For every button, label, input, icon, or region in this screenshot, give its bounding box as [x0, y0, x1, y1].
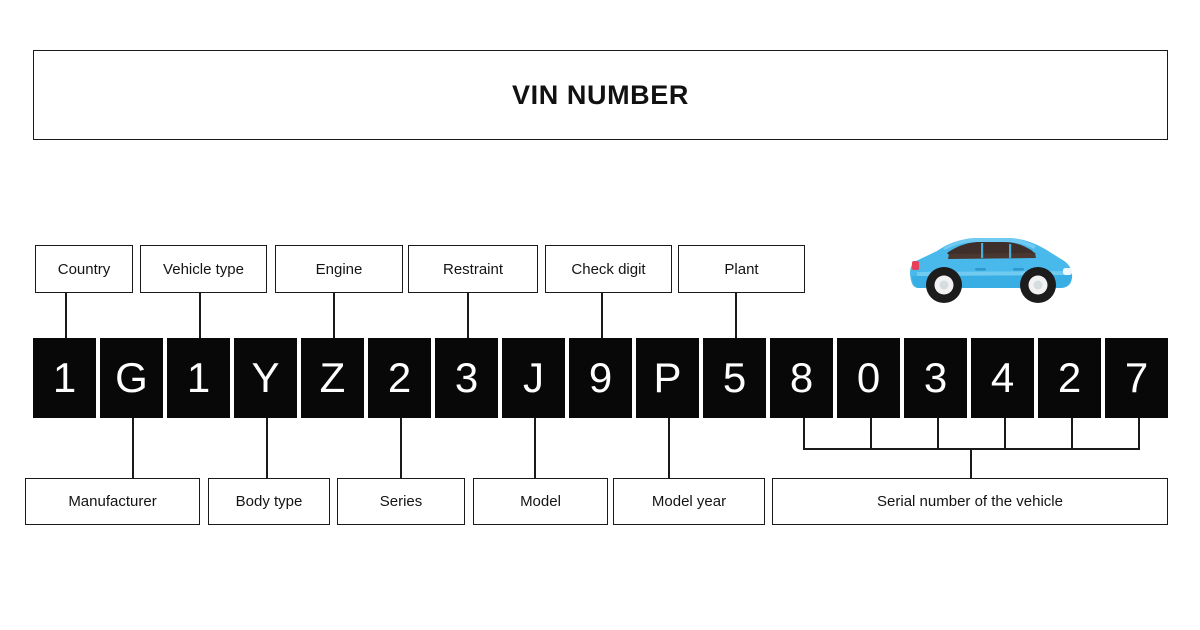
connector-series	[400, 418, 402, 478]
serial-drop-char-12	[803, 418, 805, 449]
top-label-engine: Engine	[275, 245, 403, 293]
page-title: VIN NUMBER	[511, 79, 689, 110]
bottom-label-serial-number-text: Serial number of the vehicle	[877, 493, 1063, 510]
top-label-country: Country	[35, 245, 133, 293]
vin-char-14[interactable]: 3	[904, 338, 967, 418]
vin-char-6[interactable]: 2	[368, 338, 431, 418]
bottom-label-body-type-text: Body type	[235, 493, 303, 510]
vin-char-13[interactable]: 0	[837, 338, 900, 418]
serial-drop-char-13	[870, 418, 872, 449]
vin-char-10[interactable]: P	[636, 338, 699, 418]
serial-drop-char-17	[1138, 418, 1140, 449]
vin-char-8[interactable]: J	[502, 338, 565, 418]
top-label-engine-text: Engine	[315, 260, 363, 278]
bottom-label-manufacturer: Manufacturer	[25, 478, 200, 525]
bottom-label-series-text: Series	[379, 493, 423, 510]
bottom-label-body-type: Body type	[208, 478, 330, 525]
bottom-label-model-year-text: Model year	[651, 493, 727, 510]
bottom-label-serial-number: Serial number of the vehicle	[772, 478, 1168, 525]
car-side-blue-icon	[903, 228, 1079, 310]
bottom-label-model: Model	[473, 478, 608, 525]
title-box: VIN NUMBER	[33, 50, 1168, 140]
serial-drop-char-16	[1071, 418, 1073, 449]
connector-model	[534, 418, 536, 478]
top-label-country-text: Country	[57, 260, 111, 278]
vin-number-diagram: VIN NUMBER Country Vehicle type Engine R…	[0, 0, 1200, 630]
bottom-label-manufacturer-text: Manufacturer	[68, 493, 157, 510]
vin-char-9[interactable]: 9	[569, 338, 632, 418]
bottom-label-series: Series	[337, 478, 465, 525]
connector-vehicle-type	[199, 293, 201, 338]
bottom-label-model-year: Model year	[613, 478, 765, 525]
top-label-check-digit-text: Check digit	[571, 260, 646, 278]
connector-restraint	[467, 293, 469, 338]
serial-bracket-stem	[970, 448, 972, 478]
connector-engine	[333, 293, 335, 338]
connector-plant	[735, 293, 737, 338]
vin-char-11[interactable]: 5	[703, 338, 766, 418]
connector-manufacturer	[132, 418, 134, 478]
vin-char-15[interactable]: 4	[971, 338, 1034, 418]
serial-drop-char-15	[1004, 418, 1006, 449]
top-label-check-digit: Check digit	[545, 245, 672, 293]
connector-country	[65, 293, 67, 338]
vin-char-4[interactable]: Y	[234, 338, 297, 418]
vin-char-2[interactable]: G	[100, 338, 163, 418]
top-label-vehicle-type: Vehicle type	[140, 245, 267, 293]
top-label-restraint-text: Restraint	[442, 260, 504, 278]
vin-char-17[interactable]: 7	[1105, 338, 1168, 418]
vin-char-7[interactable]: 3	[435, 338, 498, 418]
top-label-vehicle-type-text: Vehicle type	[163, 260, 244, 278]
top-label-restraint: Restraint	[408, 245, 538, 293]
bottom-label-model-text: Model	[520, 493, 561, 510]
vin-char-16[interactable]: 2	[1038, 338, 1101, 418]
vin-char-3[interactable]: 1	[167, 338, 230, 418]
vin-char-5[interactable]: Z	[301, 338, 364, 418]
serial-drop-char-14	[937, 418, 939, 449]
vin-char-12[interactable]: 8	[770, 338, 833, 418]
top-label-plant-text: Plant	[724, 260, 759, 278]
connector-model-year	[668, 418, 670, 478]
vin-character-row: 1 G 1 Y Z 2 3 J 9 P 5 8 0 3 4 2 7	[33, 338, 1168, 418]
vin-char-1[interactable]: 1	[33, 338, 96, 418]
connector-check-digit	[601, 293, 603, 338]
top-label-plant: Plant	[678, 245, 805, 293]
connector-body-type	[266, 418, 268, 478]
